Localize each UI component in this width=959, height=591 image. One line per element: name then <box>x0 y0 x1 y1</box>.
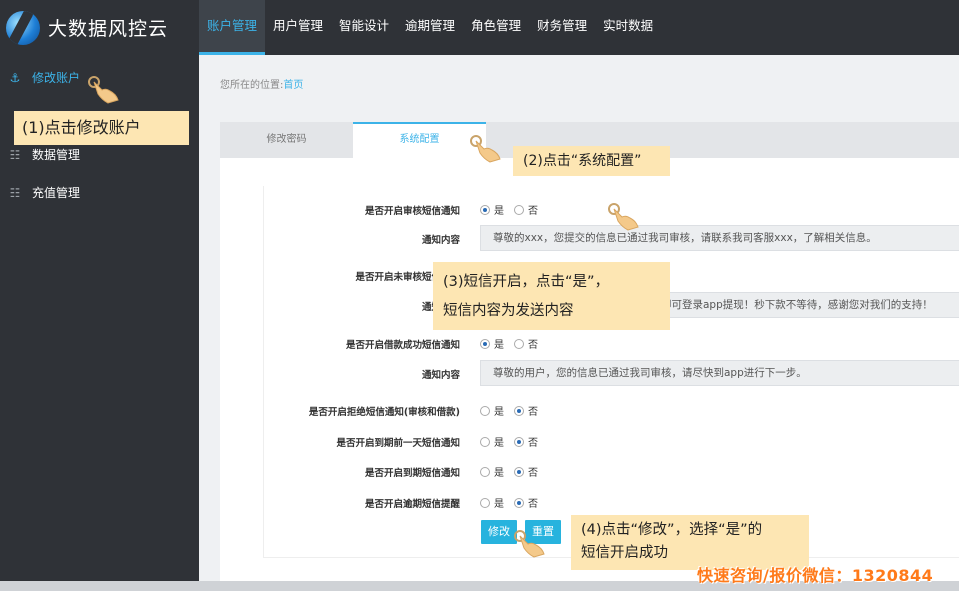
pointing-hand-icon <box>514 530 545 558</box>
overdue-sms-label: 是否开启逾期短信提醒 <box>364 499 460 510</box>
overdue-sms-radio-group: 是 否 <box>480 495 548 510</box>
logo-icon <box>6 10 40 45</box>
nav-user-management[interactable]: 用户管理 <box>265 0 331 55</box>
breadcrumb: 您所在的位置:首页 <box>220 76 303 91</box>
pointing-hand-icon <box>88 76 119 104</box>
annotation-step-3: (3)短信开启，点击“是”， 短信内容为发送内容 <box>433 262 670 330</box>
loan-success-sms-yes-radio[interactable] <box>480 338 490 349</box>
nav-finance-management[interactable]: 财务管理 <box>529 0 595 55</box>
sidebar-item-data-management[interactable]: ☷ 数据管理 <box>8 146 80 163</box>
sidebar-item-modify-account[interactable]: ⚓ 修改账户 <box>8 69 80 86</box>
sidebar-item-label: 数据管理 <box>32 148 81 162</box>
loan-success-sms-label: 是否开启借款成功短信通知 <box>345 340 460 351</box>
annotation-step-4-line-1: (4)点击“修改”，选择“是”的 <box>581 522 763 538</box>
due-eve-sms-label: 是否开启到期前一天短信通知 <box>336 438 460 449</box>
loan-success-sms-radio-group: 是 否 <box>480 336 548 351</box>
annotation-step-3-line-2: 短信内容为发送内容 <box>443 303 574 319</box>
settings-form: 是否开启审核短信通知 是 否 通知内容 尊敬的xxx，您提交的信息已通过我司审核… <box>263 186 959 558</box>
due-eve-sms-radio-group: 是 否 <box>480 434 548 449</box>
due-sms-yes-radio[interactable] <box>480 466 490 477</box>
app-title: 大数据风控云 <box>48 18 169 40</box>
sidebar-item-recharge-management[interactable]: ☷ 充值管理 <box>8 184 80 201</box>
audit-sms-yes-radio[interactable] <box>480 204 490 215</box>
tab-change-password[interactable]: 修改密码 <box>220 122 353 158</box>
pointing-hand-icon <box>470 135 501 163</box>
annotation-step-2: (2)点击“系统配置” <box>513 146 670 176</box>
nav-account-management[interactable]: 账户管理 <box>199 0 266 55</box>
reject-sms-radio-group: 是 否 <box>480 403 548 418</box>
loan-success-sms-no-radio[interactable] <box>514 338 524 349</box>
loan-success-sms-content-label: 通知内容 <box>421 370 460 381</box>
sliders-icon: ☷ <box>9 147 21 162</box>
breadcrumb-home-link[interactable]: 首页 <box>283 80 303 91</box>
reject-sms-label: 是否开启拒绝短信通知(审核和借款) <box>308 407 460 418</box>
sliders-icon: ☷ <box>9 185 21 200</box>
audit-sms-content-input[interactable]: 尊敬的xxx，您提交的信息已通过我司审核，请联系我司客服xxx，了解相关信息。 <box>480 225 959 251</box>
reject-sms-no-radio[interactable] <box>514 405 524 416</box>
nav-role-management[interactable]: 角色管理 <box>463 0 529 55</box>
audit-sms-content-label: 通知内容 <box>421 235 460 246</box>
overdue-sms-no-radio[interactable] <box>514 497 524 508</box>
top-navbar: 大数据风控云 账户管理 用户管理 智能设计 逾期管理 角色管理 财务管理 实时数… <box>0 0 959 55</box>
breadcrumb-prefix: 您所在的位置: <box>220 80 284 91</box>
due-eve-sms-no-radio[interactable] <box>514 436 524 447</box>
sidebar-item-label: 修改账户 <box>32 71 81 85</box>
pointing-hand-icon <box>608 203 639 231</box>
tab-system-config[interactable]: 系统配置 <box>353 122 486 158</box>
due-sms-no-radio[interactable] <box>514 466 524 477</box>
reject-sms-yes-radio[interactable] <box>480 405 490 416</box>
loan-success-sms-content-input[interactable]: 尊敬的用户，您的信息已通过我司审核，请尽快到app进行下一步。 <box>480 360 959 386</box>
overdue-sms-yes-radio[interactable] <box>480 497 490 508</box>
nav-realtime-data[interactable]: 实时数据 <box>595 0 661 55</box>
due-sms-radio-group: 是 否 <box>480 464 548 479</box>
nav-smart-design[interactable]: 智能设计 <box>331 0 397 55</box>
due-sms-label: 是否开启到期短信通知 <box>364 468 460 479</box>
unaudited-sms-label: 是否开启未审核短信通知 <box>355 272 460 283</box>
audit-sms-radio-group: 是 否 <box>480 202 548 217</box>
nav-overdue-management[interactable]: 逾期管理 <box>397 0 463 55</box>
logo[interactable]: 大数据风控云 <box>0 0 199 55</box>
unaudited-sms-content-label: 通知内容 <box>264 299 460 313</box>
anchor-icon: ⚓ <box>9 70 21 85</box>
audit-sms-no-radio[interactable] <box>514 204 524 215</box>
due-eve-sms-yes-radio[interactable] <box>480 436 490 447</box>
audit-sms-label: 是否开启审核短信通知 <box>364 206 460 217</box>
annotation-step-1: (1)点击修改账户 <box>14 111 189 145</box>
contact-watermark: 快速咨询/报价微信：1320844 <box>697 566 934 585</box>
sidebar-item-label: 充值管理 <box>32 186 81 200</box>
modify-button[interactable]: 修改 <box>481 520 517 544</box>
annotation-step-3-line-1: (3)短信开启，点击“是”， <box>443 274 610 290</box>
main-nav: 账户管理 用户管理 智能设计 逾期管理 角色管理 财务管理 实时数据 <box>199 0 661 55</box>
